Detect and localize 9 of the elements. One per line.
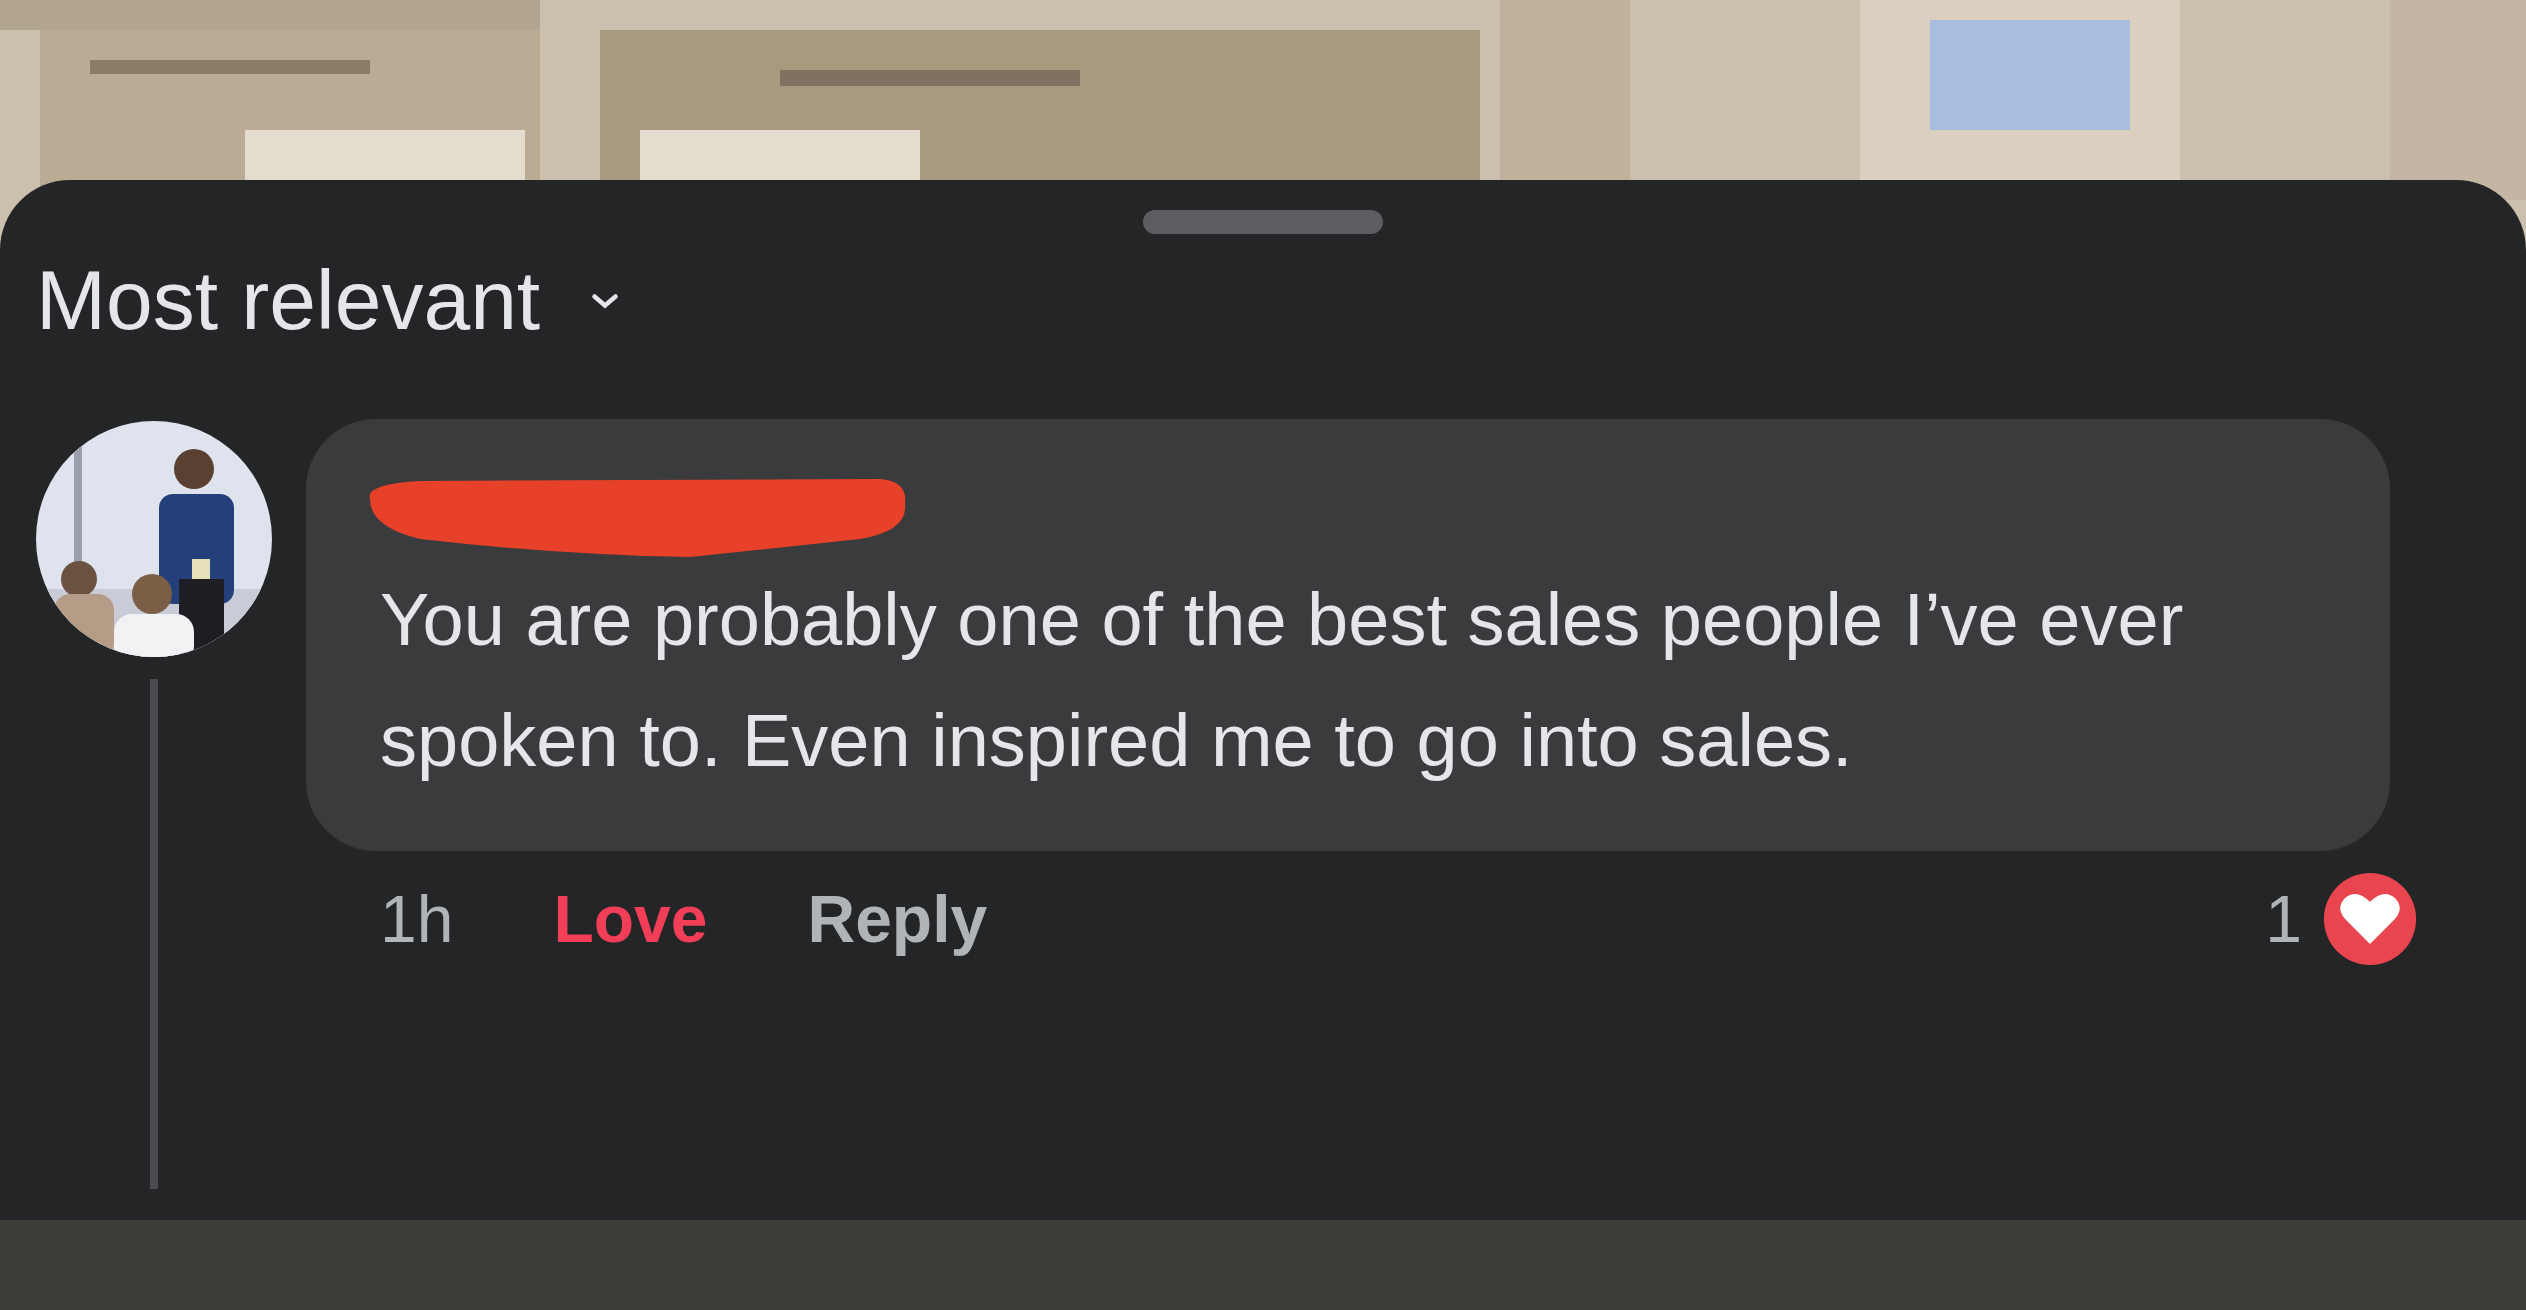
- reply-button[interactable]: Reply: [807, 881, 988, 957]
- timestamp: 1h: [380, 881, 454, 957]
- love-button[interactable]: Love: [553, 881, 708, 957]
- comment-text: You are probably one of the best sales people I’ve ever spoken to. Even inspired me to go into sales.: [380, 577, 2185, 784]
- chevron-down-icon: [590, 291, 621, 310]
- reaction-count: 1: [2265, 881, 2302, 957]
- sort-dropdown[interactable]: Most relevant: [36, 252, 621, 349]
- heart-reaction-icon: [2322, 871, 2418, 967]
- drag-handle[interactable]: [1143, 210, 1383, 234]
